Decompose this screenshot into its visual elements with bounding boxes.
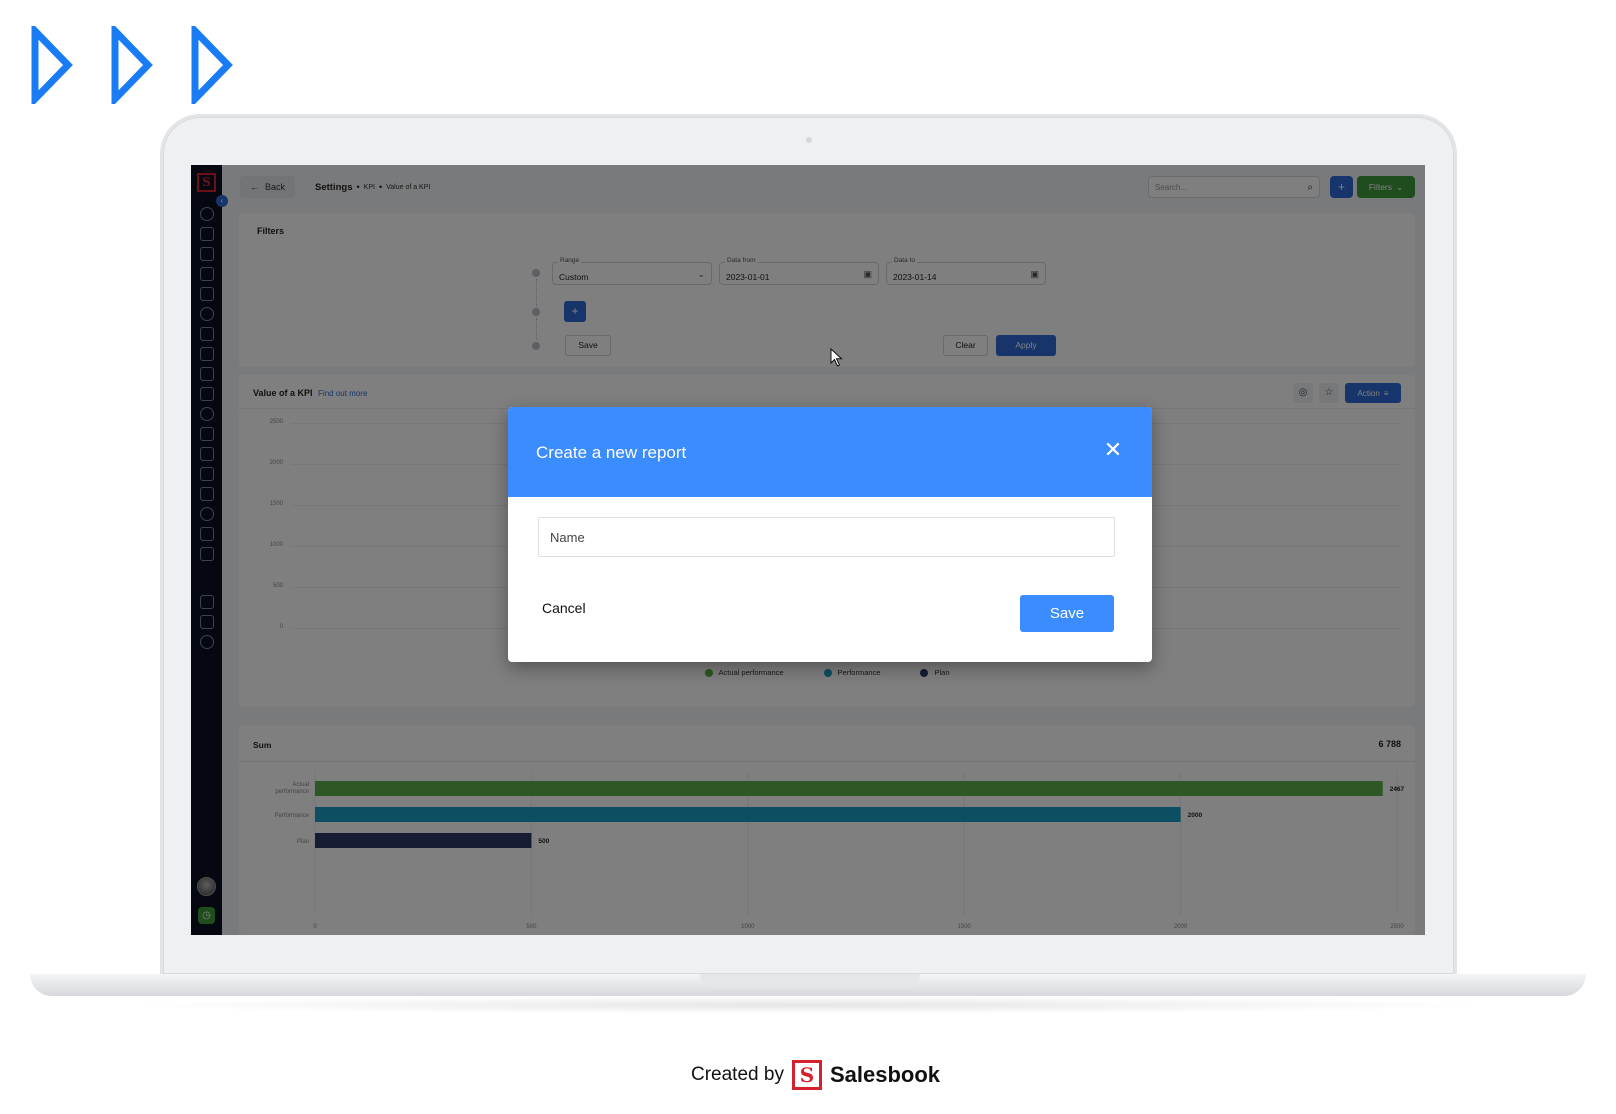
decorative-arrows bbox=[30, 26, 234, 104]
close-icon[interactable]: ✕ bbox=[1102, 439, 1124, 461]
mouse-cursor-icon bbox=[830, 348, 843, 367]
create-report-modal: Create a new report ✕ Cancel Save bbox=[508, 407, 1152, 662]
footer-credit: Created by S Salesbook bbox=[691, 1060, 940, 1090]
salesbook-logo: S bbox=[791, 1060, 822, 1090]
laptop-camera bbox=[806, 137, 812, 143]
modal-title: Create a new report bbox=[536, 443, 687, 462]
play-arrow-icon bbox=[111, 26, 153, 104]
save-button[interactable]: Save bbox=[1020, 595, 1114, 632]
marketing-stage: S ‹ ◷ ← Back Settings • KPI • Value of a… bbox=[0, 0, 1616, 1114]
created-by-label: Created by bbox=[691, 1064, 784, 1085]
modal-header: Create a new report ✕ bbox=[508, 407, 1152, 497]
laptop-shadow bbox=[120, 996, 1496, 1014]
cancel-button[interactable]: Cancel bbox=[542, 600, 586, 616]
play-arrow-icon bbox=[31, 26, 73, 104]
report-name-input[interactable] bbox=[538, 517, 1115, 557]
play-arrow-icon bbox=[191, 26, 233, 104]
laptop-notch bbox=[700, 974, 920, 988]
brand-name: Salesbook bbox=[829, 1062, 940, 1087]
